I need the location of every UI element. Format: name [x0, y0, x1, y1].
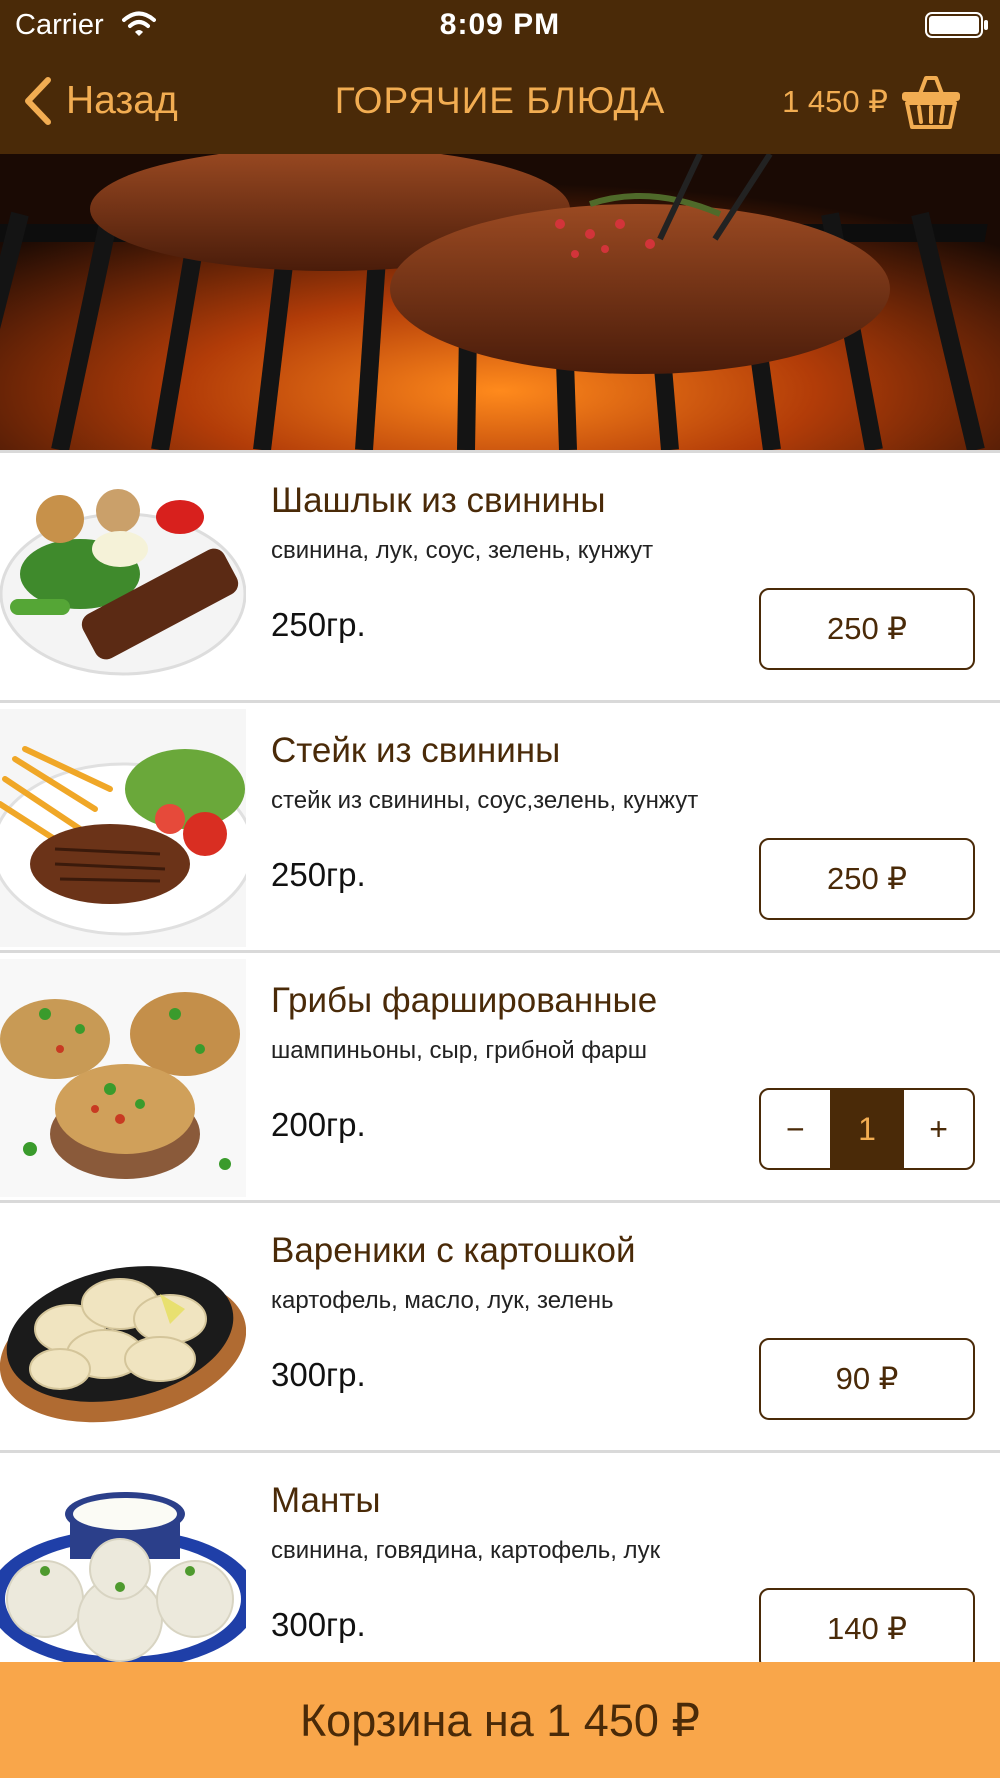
status-bar: Carrier 8:09 PM — [0, 0, 1000, 52]
dish-name: Вареники с картошкой — [271, 1231, 636, 1270]
chevron-left-icon — [25, 77, 51, 125]
quantity-value: 1 — [829, 1090, 905, 1168]
dish-weight: 300гр. — [271, 1606, 366, 1643]
dish-row[interactable]: Стейк из свинины стейк из свинины, соус,… — [0, 700, 1000, 950]
back-label: Назад — [66, 79, 178, 122]
dish-ingredients: свинина, лук, соус, зелень, кунжут — [271, 537, 654, 564]
add-to-cart-price-button[interactable]: 250 ₽ — [759, 838, 975, 920]
vareniki-photo — [0, 1209, 246, 1447]
dish-row[interactable]: Вареники с картошкой картофель, масло, л… — [0, 1200, 1000, 1450]
dish-weight: 250гр. — [271, 606, 366, 643]
dish-name: Манты — [271, 1481, 381, 1520]
add-to-cart-price-button[interactable]: 250 ₽ — [759, 588, 975, 670]
dish-ingredients: стейк из свинины, соус,зелень, кунжут — [271, 787, 699, 814]
back-button[interactable]: Назад — [22, 70, 178, 132]
page-title: ГОРЯЧИЕ БЛЮДА — [334, 80, 666, 121]
stuffed-mushrooms-photo — [0, 959, 246, 1197]
status-time: 8:09 PM — [439, 8, 561, 41]
dish-weight: 200гр. — [271, 1106, 366, 1143]
pork-steak-photo — [0, 709, 246, 947]
dish-weight: 250гр. — [271, 856, 366, 893]
app-header: Carrier 8:09 PM Назад ГОРЯЧИЕ БЛЮДА 1 45… — [0, 0, 1000, 154]
quantity-stepper: − 1 + — [759, 1088, 975, 1170]
grilled-meat-banner-image — [0, 154, 1000, 450]
add-to-cart-price-button[interactable]: 140 ₽ — [759, 1588, 975, 1662]
decrease-quantity-button[interactable]: − — [761, 1090, 830, 1168]
battery-icon — [925, 12, 988, 38]
dish-ingredients: свинина, говядина, картофель, лук — [271, 1537, 661, 1564]
dish-ingredients: шампиньоны, сыр, грибной фарш — [271, 1037, 648, 1064]
pork-shashlik-photo — [0, 459, 246, 697]
basket-icon — [902, 76, 960, 129]
increase-quantity-button[interactable]: + — [904, 1090, 973, 1168]
dish-ingredients: картофель, масло, лук, зелень — [271, 1287, 614, 1314]
dish-name: Стейк из свинины — [271, 731, 561, 770]
dish-list: Шашлык из свинины свинина, лук, соус, зе… — [0, 450, 1000, 1662]
dish-name: Грибы фаршированные — [271, 981, 658, 1020]
add-to-cart-price-button[interactable]: 90 ₽ — [759, 1338, 975, 1420]
header-cart-button[interactable]: 1 450 ₽ — [782, 74, 962, 130]
dish-row[interactable]: Шашлык из свинины свинина, лук, соус, зе… — [0, 450, 1000, 700]
dish-weight: 300гр. — [271, 1356, 366, 1393]
dish-row[interactable]: Манты свинина, говядина, картофель, лук … — [0, 1450, 1000, 1662]
manty-photo — [0, 1459, 246, 1662]
header-cart-total: 1 450 ₽ — [782, 84, 888, 119]
dish-name: Шашлык из свинины — [271, 481, 606, 520]
category-banner — [0, 154, 1000, 450]
cart-checkout-button[interactable]: Корзина на 1 450 ₽ — [0, 1662, 1000, 1778]
dish-row[interactable]: Грибы фаршированные шампиньоны, сыр, гри… — [0, 950, 1000, 1200]
nav-bar: Назад ГОРЯЧИЕ БЛЮДА 1 450 ₽ — [0, 60, 1000, 144]
